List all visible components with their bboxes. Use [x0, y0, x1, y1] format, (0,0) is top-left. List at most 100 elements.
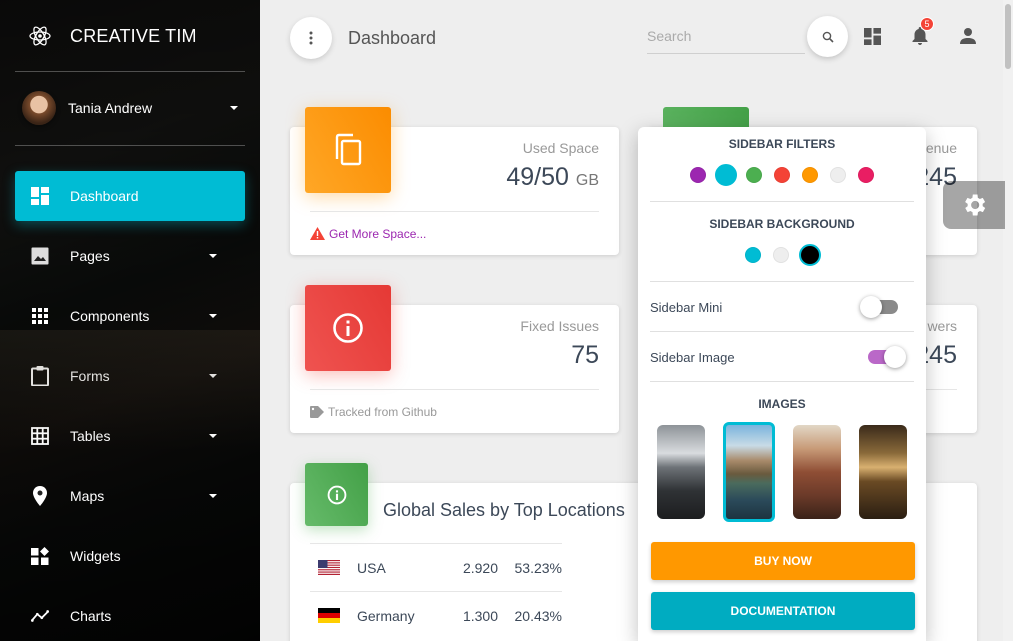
- chevron-down-icon: [209, 434, 217, 438]
- divider: [650, 201, 914, 202]
- sidebar-item-dashboard[interactable]: Dashboard: [15, 171, 245, 221]
- sidebar-background-title: SIDEBAR BACKGROUND: [709, 217, 855, 231]
- sidebar-item-components[interactable]: Components: [15, 291, 245, 341]
- sidebar-item-pages[interactable]: Pages: [15, 231, 245, 281]
- user-name: Tania Andrew: [68, 100, 153, 116]
- sales-percent: 20.43%: [514, 607, 562, 624]
- image-thumbnail-mountains[interactable]: [657, 425, 705, 519]
- settings-dropdown: SIDEBAR FILTERS SIDEBAR BACKGROUND Sideb…: [638, 127, 926, 641]
- filter-rose[interactable]: [858, 167, 874, 183]
- grid-table-icon: [31, 427, 49, 445]
- dashboard-icon: [31, 187, 49, 205]
- filter-orange[interactable]: [802, 167, 818, 183]
- chevron-down-icon: [209, 314, 217, 318]
- divider: [650, 281, 914, 282]
- page-title: Dashboard: [348, 28, 437, 48]
- card-category: Fixed Issues: [520, 318, 599, 334]
- timeline-icon: [31, 607, 49, 625]
- used-space-unit: GB: [575, 172, 599, 189]
- sales-percent: 53.23%: [514, 559, 562, 576]
- filter-purple[interactable]: [690, 167, 706, 183]
- filter-red[interactable]: [774, 167, 790, 183]
- image-icon: [31, 247, 49, 265]
- toggle-knob: [884, 346, 906, 368]
- top-navbar: Dashboard Search 5: [260, 0, 1013, 75]
- background-black[interactable]: [799, 244, 821, 266]
- image-thumbnail-buildings[interactable]: [793, 425, 841, 519]
- images-title: IMAGES: [758, 397, 806, 411]
- sidebar-image-toggle[interactable]: [868, 346, 906, 368]
- info-outline-icon: [327, 485, 346, 504]
- table-row: USA 2.920 53.23%: [310, 543, 562, 591]
- clipboard-icon: [31, 366, 49, 386]
- country-name: USA: [357, 559, 386, 576]
- sidebar-nav: Dashboard Pages Components Forms Tables …: [15, 171, 245, 641]
- germany-flag-icon: [318, 608, 340, 623]
- warning-icon: [310, 227, 325, 240]
- sidebar: CREATIVE TIM Tania Andrew Dashboard Page…: [0, 0, 260, 641]
- sales-amount: 1.300: [462, 607, 498, 624]
- card-category: wers: [927, 318, 957, 334]
- sidebar-item-label: Dashboard: [70, 188, 139, 204]
- sidebar-mini-toggle[interactable]: [860, 296, 898, 318]
- filter-green[interactable]: [746, 167, 762, 183]
- more-vert-icon: [309, 31, 313, 45]
- widgets-icon: [31, 547, 49, 565]
- sidebar-item-label: Pages: [70, 248, 110, 264]
- card-icon-box: [305, 285, 391, 371]
- user-menu[interactable]: Tania Andrew: [22, 91, 238, 125]
- scrollbar-thumb[interactable]: [1005, 4, 1011, 69]
- notification-badge: 5: [920, 17, 934, 31]
- background-white[interactable]: [773, 247, 789, 263]
- sidebar-item-label: Charts: [70, 608, 112, 624]
- page-scrollbar[interactable]: [1003, 0, 1013, 641]
- chevron-down-icon: [209, 494, 217, 498]
- tag-icon: [310, 405, 324, 418]
- documentation-button[interactable]: DOCUMENTATION: [651, 592, 915, 630]
- image-thumbnail-forest[interactable]: [859, 425, 907, 519]
- sales-amount: 2.920: [462, 559, 498, 576]
- sidebar-divider: [15, 71, 245, 72]
- react-atom-icon: [29, 26, 51, 46]
- sidebar-item-forms[interactable]: Forms: [15, 351, 245, 401]
- sales-table: USA 2.920 53.23% Germany 1.300 20.43%: [310, 543, 562, 639]
- chevron-down-icon: [230, 106, 238, 110]
- card-category: enue: [925, 140, 957, 156]
- search-button[interactable]: [807, 16, 848, 57]
- sidebar-logo[interactable]: CREATIVE TIM: [0, 0, 260, 72]
- sidebar-item-label: Forms: [70, 368, 110, 384]
- filter-azure[interactable]: [715, 164, 737, 186]
- tracked-from-github: Tracked from Github: [328, 404, 437, 419]
- used-space-value: 49/50: [506, 163, 569, 191]
- sidebar-minimize-button[interactable]: [290, 17, 332, 59]
- sidebar-image-picker: [657, 422, 907, 522]
- table-row: Germany 1.300 20.43%: [310, 591, 562, 639]
- sidebar-item-maps[interactable]: Maps: [15, 471, 245, 521]
- image-thumbnail-lake[interactable]: [723, 422, 775, 522]
- get-more-space-link[interactable]: Get More Space...: [329, 227, 426, 241]
- background-color-picker: [638, 244, 926, 266]
- sidebar-mini-row: Sidebar Mini: [650, 283, 914, 331]
- search-input[interactable]: Search: [647, 24, 805, 54]
- profile-button[interactable]: [958, 26, 978, 46]
- card-value: 75: [571, 341, 599, 369]
- chevron-down-icon: [209, 374, 217, 378]
- apps-grid-icon: [31, 307, 49, 325]
- sidebar-item-charts[interactable]: Charts: [15, 591, 245, 641]
- settings-toggle-button[interactable]: [943, 181, 1005, 229]
- sidebar-item-widgets[interactable]: Widgets: [15, 531, 245, 581]
- brand-name: CREATIVE TIM: [70, 25, 197, 46]
- card-icon-box: [305, 107, 391, 193]
- sidebar-item-label: Tables: [70, 428, 111, 444]
- sidebar-item-label: Widgets: [70, 548, 121, 564]
- background-azure[interactable]: [745, 247, 761, 263]
- buy-now-button[interactable]: BUY NOW: [651, 542, 915, 580]
- dashboard-icon: [863, 27, 881, 45]
- card-footer: Tracked from Github: [310, 389, 599, 433]
- card-category: Used Space: [522, 140, 599, 156]
- dashboard-toggle-button[interactable]: [862, 26, 882, 46]
- used-space-card: Used Space 49/50 GB Get More Space...: [290, 107, 619, 255]
- filter-white[interactable]: [830, 167, 846, 183]
- sidebar-item-tables[interactable]: Tables: [15, 411, 245, 461]
- sidebar-image-row: Sidebar Image: [650, 333, 914, 381]
